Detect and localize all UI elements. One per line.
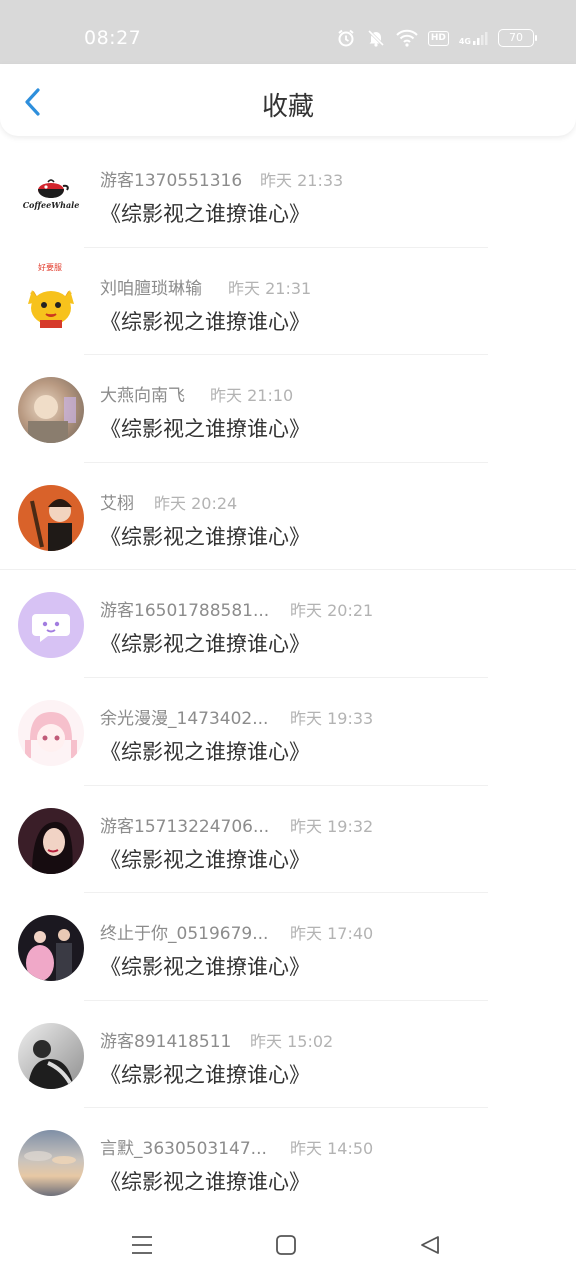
header: 收藏 <box>0 64 576 136</box>
timestamp: 昨天 21:33 <box>260 171 344 190</box>
battery-indicator: 70 <box>498 29 537 47</box>
favorite-title: 《综影视之谁撩谁心》 <box>100 309 310 334</box>
timestamp: 昨天 20:24 <box>154 493 238 513</box>
home-button[interactable] <box>268 1230 304 1260</box>
page-title: 收藏 <box>261 92 314 122</box>
username: 终止于你_0519679... <box>100 924 269 945</box>
favorite-title: 《综影视之谁撩谁心》 <box>100 1062 310 1087</box>
avatar <box>18 162 84 228</box>
mute-bell-icon <box>366 28 386 48</box>
avatar <box>18 377 84 444</box>
avatar <box>18 269 84 336</box>
timestamp: 昨天 17:40 <box>290 924 374 944</box>
back-triangle-icon <box>421 1236 439 1254</box>
status-time: 08:27 <box>84 27 142 49</box>
timestamp: 昨天 20:21 <box>290 601 374 621</box>
username: 大燕向南飞 <box>100 386 185 407</box>
list-item[interactable]: 大燕向南飞 昨天 21:10 《综影视之谁撩谁心》 <box>0 355 576 463</box>
avatar <box>18 807 84 874</box>
avatar <box>18 699 84 766</box>
list-item[interactable]: 余光漫漫_1473402... 昨天 19:33 《综影视之谁撩谁心》 <box>0 678 576 786</box>
username: 艾栩 <box>100 493 134 514</box>
avatar <box>18 1022 84 1089</box>
hd-badge: HD <box>427 30 449 46</box>
favorite-title: 《综影视之谁撩谁心》 <box>100 524 310 549</box>
username: 游客16501788581... <box>100 601 270 622</box>
timestamp: 昨天 19:32 <box>290 816 374 836</box>
status-icons: HD 4G 70 <box>336 26 537 50</box>
list-item[interactable]: 游客891418511 昨天 15:02 《综影视之谁撩谁心》 <box>0 1001 576 1109</box>
favorite-title: 《综影视之谁撩谁心》 <box>100 739 310 764</box>
favorite-title: 《综影视之谁撩谁心》 <box>100 632 310 657</box>
favorite-title: 《综影视之谁撩谁心》 <box>100 955 310 980</box>
avatar <box>18 1130 84 1197</box>
signal-label: 4G <box>458 37 471 46</box>
timestamp: 昨天 15:02 <box>250 1031 334 1051</box>
timestamp: 昨天 14:50 <box>290 1139 374 1159</box>
status-bar: 08:27 HD 4G 70 <box>0 0 576 64</box>
list-item[interactable]: 艾栩 昨天 20:24 《综影视之谁撩谁心》 <box>0 463 576 571</box>
avatar <box>18 915 84 982</box>
timestamp: 昨天 19:33 <box>290 708 374 728</box>
home-square-icon <box>276 1235 296 1255</box>
username: 余光漫漫_1473402... <box>100 708 269 729</box>
back-nav-button[interactable] <box>412 1230 448 1260</box>
favorite-title: 《综影视之谁撩谁心》 <box>100 1170 310 1195</box>
username: 游客15713224706... <box>100 816 270 837</box>
avatar-badge: 好要服 <box>38 262 62 272</box>
system-nav-bar <box>0 1212 576 1280</box>
list-item[interactable]: 游客1370551316 昨天 21:33 《综影视之谁撩谁心》 CoffeeW… <box>0 140 576 248</box>
avatar <box>18 592 84 659</box>
list-item[interactable]: 好要服 刘咱膻琐琳输 昨天 21:31 《综影视之谁撩谁心》 <box>0 248 576 356</box>
timestamp: 昨天 21:10 <box>210 386 294 406</box>
list-item[interactable]: 游客15713224706... 昨天 19:32 《综影视之谁撩谁心》 <box>0 786 576 894</box>
favorite-title: 《综影视之谁撩谁心》 <box>100 202 310 226</box>
favorite-title: 《综影视之谁撩谁心》 <box>100 847 310 872</box>
alarm-icon <box>336 28 356 48</box>
avatar <box>18 484 84 551</box>
list-item[interactable]: 游客16501788581... 昨天 20:21 《综影视之谁撩谁心》 <box>0 570 576 678</box>
username: 游客1370551316 <box>100 171 243 191</box>
cell-signal-icon: 4G <box>459 30 488 46</box>
username: 刘咱膻琐琳输 <box>100 278 202 299</box>
username: 言默_3630503147... <box>100 1139 267 1160</box>
username: 游客891418511 <box>100 1031 232 1052</box>
menu-button[interactable] <box>124 1230 160 1260</box>
list-item[interactable]: 终止于你_0519679... 昨天 17:40 《综影视之谁撩谁心》 <box>0 893 576 1001</box>
list-item[interactable]: 言默_3630503147... 昨天 14:50 《综影视之谁撩谁心》 <box>0 1108 576 1216</box>
favorite-title: 《综影视之谁撩谁心》 <box>100 417 310 442</box>
avatar-logo-text: CoffeeWhale <box>22 200 80 210</box>
favorites-list: 游客1370551316 昨天 21:33 《综影视之谁撩谁心》 CoffeeW… <box>0 140 576 1216</box>
timestamp: 昨天 21:31 <box>228 278 312 298</box>
menu-icon <box>132 1236 152 1254</box>
wifi-icon <box>396 29 418 47</box>
